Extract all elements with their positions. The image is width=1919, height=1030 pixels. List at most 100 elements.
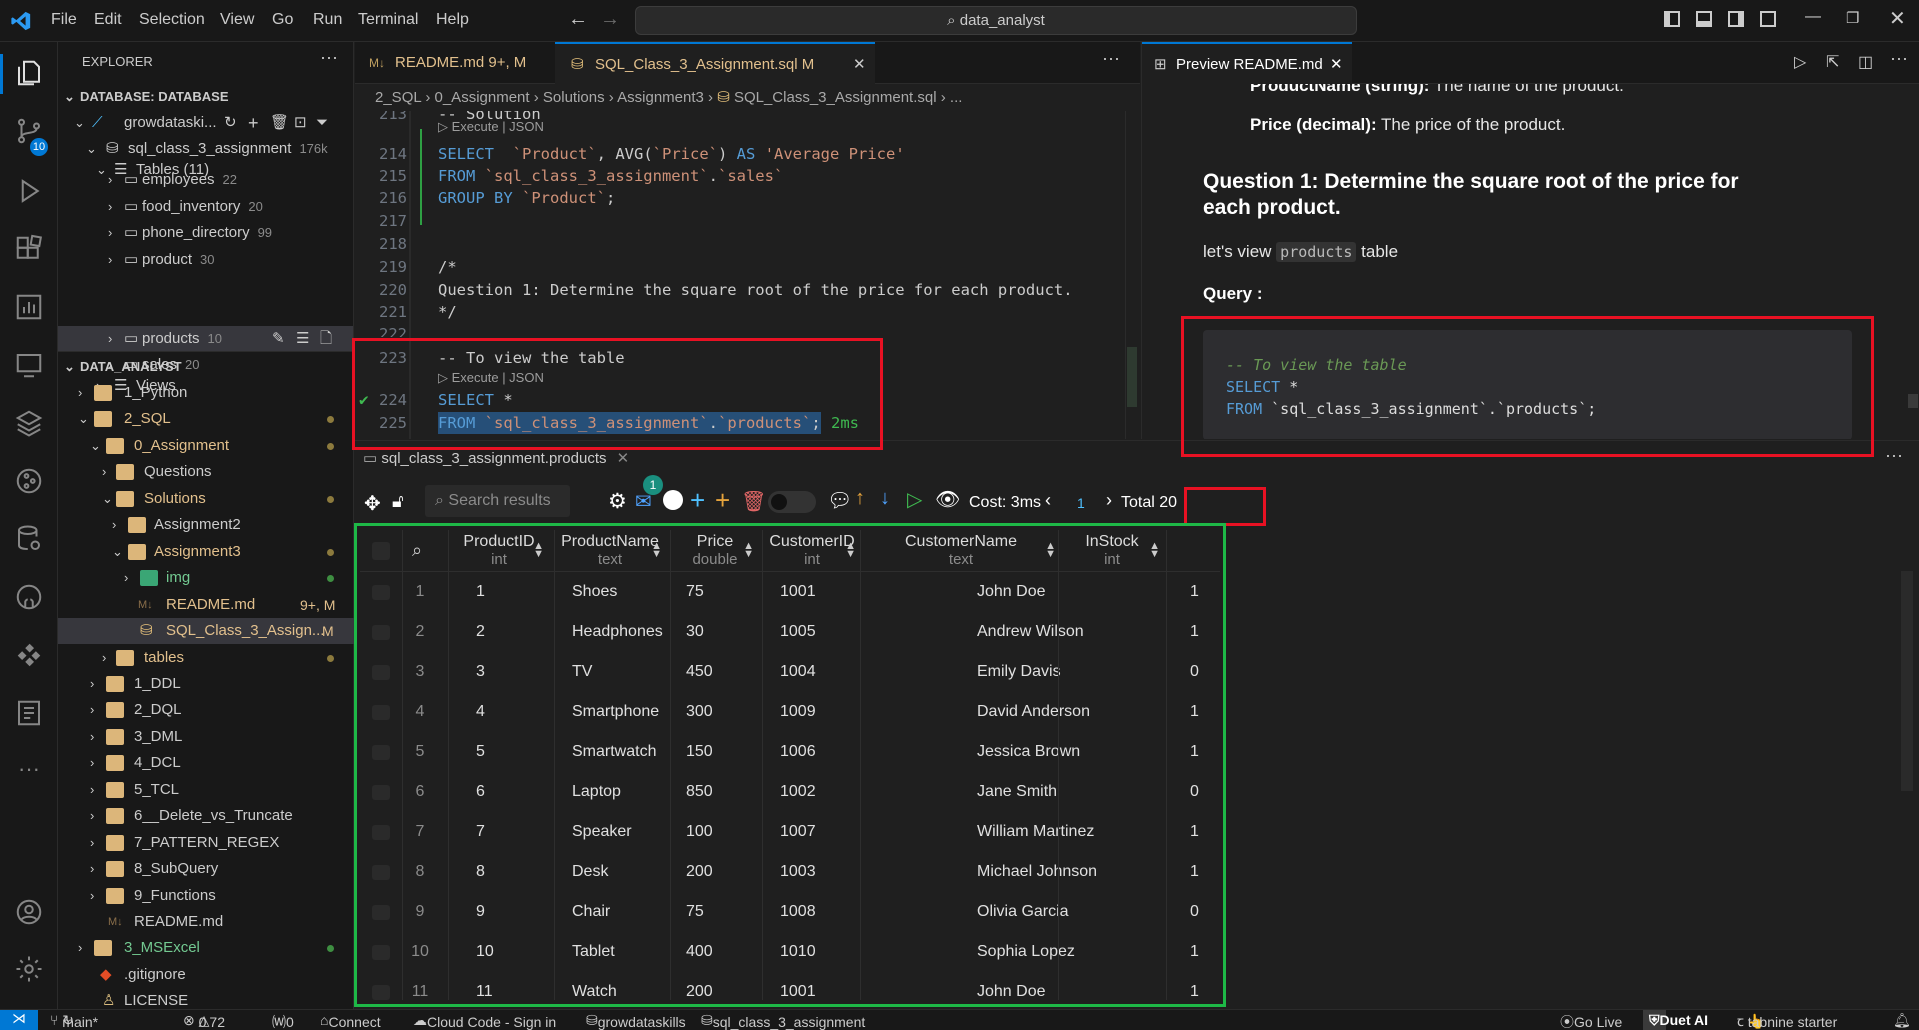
tab-sql-file[interactable]: ⛁ SQL_Class_3_Assignment.sql M ✕ — [555, 42, 875, 84]
back-arrow-icon[interactable]: ← — [568, 8, 588, 31]
explorer-more-icon[interactable]: ··· — [320, 47, 338, 68]
terminal-icon[interactable]: ⊡ — [294, 110, 307, 136]
menu-selection[interactable]: Selection — [139, 11, 205, 29]
breadcrumb-item[interactable]: Assignment3 — [617, 89, 704, 106]
arrow-up-icon[interactable]: ↑ — [855, 487, 865, 510]
toggle-sidebar-icon[interactable] — [1664, 11, 1680, 27]
breadcrumb-item[interactable]: ... — [950, 89, 963, 106]
git-graph-icon[interactable] — [14, 466, 44, 496]
editor-more-icon[interactable]: ··· — [1102, 48, 1120, 69]
toggle-switch[interactable] — [768, 491, 816, 513]
table-phone-directory[interactable]: › ▭ phone_directory 99 — [58, 220, 353, 246]
menu-file[interactable]: File — [51, 11, 77, 29]
filter-icon[interactable]: ⏷ — [316, 110, 328, 136]
edit-icon[interactable]: ✎ — [272, 326, 285, 352]
tab-readme[interactable]: M↓ README.md 9+, M — [355, 42, 555, 84]
minimize-icon[interactable]: — — [1805, 8, 1821, 26]
add-row-icon[interactable]: + — [690, 485, 705, 516]
remote-icon[interactable]: ⋊ — [0, 1010, 38, 1030]
tab-preview-readme[interactable]: ⊞ Preview README.md ✕ — [1142, 42, 1352, 84]
page-number[interactable]: 1 — [1077, 495, 1085, 511]
panel-scrollbar[interactable] — [1901, 571, 1913, 791]
close-window-icon[interactable]: ✕ — [1889, 6, 1906, 31]
minimap-slider[interactable] — [1127, 347, 1137, 407]
problems-indicator[interactable]: ⊗ 0 △ 72 — [183, 1012, 225, 1030]
insert-icon[interactable]: + — [715, 485, 730, 516]
connect-button[interactable]: ⌂ Connect — [320, 1012, 381, 1030]
menu-run[interactable]: Run — [313, 11, 342, 29]
run-query-icon[interactable]: ▷ — [907, 487, 922, 512]
table-employees[interactable]: › ▭ employees 22 — [58, 171, 353, 189]
remote-explorer-icon[interactable] — [14, 350, 44, 380]
breadcrumb-item[interactable]: 0_Assignment — [435, 89, 530, 106]
database-section-header[interactable]: ⌄ DATABASE: DATABASE — [58, 84, 353, 110]
toggle-secondary-sidebar-icon[interactable] — [1728, 11, 1744, 27]
next-page-icon[interactable]: › — [1106, 490, 1112, 511]
list-icon[interactable]: ☰ — [296, 326, 309, 352]
breadcrumb-item[interactable]: SQL_Class_3_Assignment.sql — [734, 89, 937, 106]
notes-icon[interactable] — [14, 698, 44, 728]
branch-indicator[interactable]: ⑂ main* ↻ — [50, 1012, 98, 1030]
delete-row-icon[interactable]: 🗑 — [741, 489, 766, 514]
settings-gear-icon[interactable]: ⚙ — [608, 489, 627, 514]
delete-icon[interactable]: 🗑 — [270, 110, 289, 136]
preview-scrollbar[interactable] — [1908, 394, 1918, 408]
github-icon[interactable] — [14, 582, 44, 612]
codelens-execute[interactable]: ▷ Execute | JSON — [438, 119, 544, 137]
connection-node[interactable]: ⌄ ⟋ growdataski... ↻ + 🗑 ⊡ ⏷ — [58, 110, 353, 136]
github-icon[interactable] — [663, 490, 683, 510]
move-icon[interactable]: ✥ — [364, 491, 381, 516]
run-icon[interactable]: ▷ — [1794, 52, 1806, 72]
menu-view[interactable]: View — [220, 11, 254, 29]
more-icon[interactable]: ··· — [14, 756, 44, 786]
open-source-icon[interactable]: ⇱ — [1826, 52, 1839, 72]
close-tab-icon[interactable]: ✕ — [1330, 44, 1343, 86]
close-tab-icon[interactable]: ✕ — [853, 44, 866, 86]
command-center-search[interactable]: ⌕ data_analyst — [635, 6, 1357, 35]
file-icon[interactable]: 🗋 — [320, 326, 332, 352]
prev-page-icon[interactable]: ‹ — [1045, 490, 1051, 511]
menu-go[interactable]: Go — [272, 11, 293, 29]
connection-status[interactable]: ⛁ growdataskills — [586, 1012, 686, 1030]
panel-more-icon[interactable]: ··· — [1885, 445, 1903, 466]
cloud-code-button[interactable]: ☁ Cloud Code - Sign in — [413, 1012, 556, 1030]
add-icon[interactable]: + — [248, 110, 259, 136]
puzzle-icon[interactable] — [14, 640, 44, 670]
explorer-icon[interactable] — [14, 58, 44, 88]
customize-layout-icon[interactable] — [1760, 11, 1776, 27]
preview-more-icon[interactable]: ··· — [1890, 48, 1908, 69]
notifications-icon[interactable]: 🔔︎ — [1893, 1012, 1911, 1029]
comment-icon[interactable]: 💬︎ — [827, 488, 852, 513]
tabnine-button[interactable]: ꞇ tabnine starter 👆 — [1737, 1012, 1837, 1030]
menu-terminal[interactable]: Terminal — [358, 11, 418, 29]
menu-help[interactable]: Help — [436, 11, 469, 29]
database-icon[interactable] — [14, 524, 44, 554]
database-status[interactable]: ⛁ sql_class_3_assignment — [701, 1012, 865, 1030]
restore-icon[interactable]: ❐ — [1846, 9, 1859, 27]
workspace-section-header[interactable]: ⌄ DATA_ANALYST — [58, 354, 353, 380]
go-live-button[interactable]: ⦿ Go Live — [1560, 1012, 1622, 1030]
breadcrumb-item[interactable]: 2_SQL — [375, 89, 421, 106]
chart-icon[interactable] — [14, 292, 44, 322]
run-debug-icon[interactable] — [14, 176, 44, 206]
menu-edit[interactable]: Edit — [94, 11, 122, 29]
forward-arrow-icon[interactable]: → — [600, 8, 620, 31]
toggle-panel-icon[interactable] — [1696, 11, 1712, 27]
split-editor-icon[interactable]: ◫ — [1858, 52, 1873, 72]
breadcrumb-item[interactable]: Solutions — [543, 89, 605, 106]
refresh-icon[interactable]: ↻ — [224, 110, 237, 136]
account-icon[interactable] — [14, 897, 44, 927]
eye-icon[interactable]: 👁︎ — [935, 487, 960, 512]
arrow-down-icon[interactable]: ↓ — [880, 487, 890, 510]
extensions-icon[interactable] — [14, 234, 44, 264]
layers-icon[interactable] — [14, 408, 44, 438]
manage-gear-icon[interactable] — [14, 954, 44, 984]
duet-ai-button[interactable]: ⛨ Duet AI — [1643, 1010, 1708, 1030]
table-food-inventory[interactable]: › ▭ food_inventory 20 — [58, 194, 353, 220]
table-products[interactable]: › ▭ products 10 ✎ ☰ 🗋 — [58, 326, 353, 352]
close-tab-icon[interactable]: ✕ — [617, 450, 630, 467]
lock-icon[interactable]: 🔓︎ — [392, 491, 404, 512]
search-results-input[interactable]: ⌕ Search results — [425, 485, 570, 517]
ports-indicator[interactable]: ⒲ 0 — [272, 1012, 294, 1030]
table-product[interactable]: › ▭ product 30 — [58, 247, 353, 273]
